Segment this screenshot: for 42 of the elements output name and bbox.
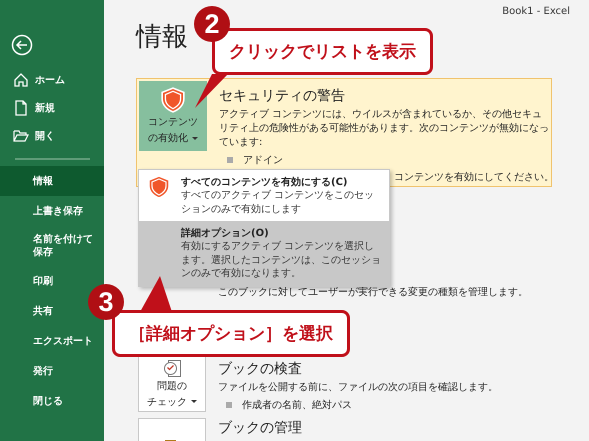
sidebar-item[interactable]: エクスポート bbox=[0, 326, 99, 356]
section-description: このブックに対してユーザーが実行できる変更の種類を管理します。 bbox=[218, 286, 529, 300]
sidebar-item[interactable]: 名前を付けて保存 bbox=[0, 226, 104, 266]
checklist-icon bbox=[164, 360, 180, 376]
page-heading: 情報 bbox=[136, 21, 188, 54]
shield-icon bbox=[160, 87, 186, 113]
sidebar-item[interactable]: 印刷 bbox=[0, 266, 59, 296]
section-description: アクティブ コンテンツには、ウイルスが含まれているか、その他セキュリティ上の危険性がある可能性があります。次のコンテンツが無効になっています: bbox=[219, 108, 549, 150]
section-description: コンテンツを有効にしてください。 bbox=[394, 170, 554, 184]
bullet-icon bbox=[227, 157, 233, 163]
menu-item-description: 有効にするアクティブ コンテンツを選択します。選択したコンテンツは、このセッションのみで有効になります。 bbox=[181, 240, 381, 280]
window-title: Book1 - Excel bbox=[502, 6, 570, 17]
menu-item-title: すべてのコンテンツを有効にする(C) bbox=[181, 176, 348, 189]
sidebar-item[interactable]: 情報 bbox=[0, 166, 104, 196]
callout: ［詳細オプション］を選択 bbox=[112, 310, 350, 357]
caret-icon bbox=[191, 400, 197, 404]
section-title: セキュリティの警告 bbox=[219, 87, 345, 105]
bullet-icon bbox=[226, 402, 232, 408]
bullet-text: アドイン bbox=[243, 154, 283, 167]
bullet-text: 作成者の名前、絶対パス bbox=[242, 398, 352, 412]
section-description: ファイルを公開する前に、ファイルの次の項目を確認します。 bbox=[218, 381, 499, 395]
enable-content-button[interactable]: コンテンツ の有効化 bbox=[139, 81, 207, 151]
menu-item[interactable]: すべてのコンテンツを有効にする(C) すべてのアクティブ コンテンツをこのセッションのみで有効にします bbox=[139, 170, 389, 221]
sidebar-item[interactable]: 開く bbox=[0, 122, 59, 150]
home-icon bbox=[13, 72, 29, 88]
section-title: ブックの検査 bbox=[218, 360, 302, 378]
document-icon bbox=[13, 100, 29, 116]
menu-item[interactable]: 詳細オプション(O) 有効にするアクティブ コンテンツを選択します。選択したコンテンツは、このセッションのみで有効になります。 bbox=[139, 221, 389, 286]
menu-item-title: 詳細オプション(O) bbox=[181, 226, 270, 240]
caret-icon bbox=[192, 136, 198, 140]
section-title: ブックの管理 bbox=[218, 419, 302, 437]
sidebar-item[interactable]: 上書き保存 bbox=[0, 196, 89, 226]
folder-icon bbox=[13, 128, 29, 144]
check-issues-button[interactable]: 問題の チェック bbox=[138, 356, 206, 412]
sidebar-item[interactable]: 閉じる bbox=[0, 386, 69, 416]
sidebar-item[interactable]: 共有 bbox=[0, 296, 59, 326]
shield-icon bbox=[147, 175, 171, 199]
menu-item-description: すべてのアクティブ コンテンツをこのセッションのみで有効にします bbox=[181, 189, 376, 216]
sidebar-item[interactable]: 新規 bbox=[0, 94, 59, 122]
back-icon[interactable] bbox=[11, 34, 33, 56]
sidebar-item[interactable]: 発行 bbox=[0, 356, 59, 386]
sidebar-item[interactable]: ホーム bbox=[0, 66, 69, 94]
